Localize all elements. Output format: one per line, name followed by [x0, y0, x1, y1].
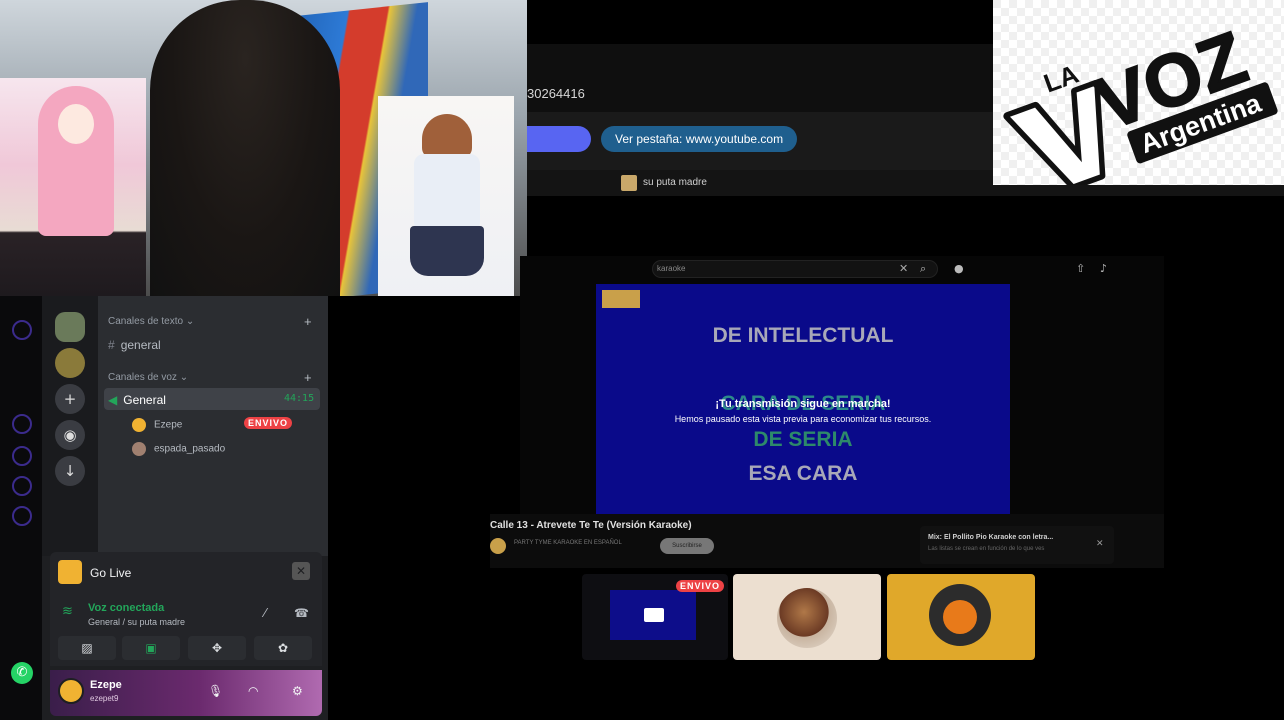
user-tag: ezepet9: [90, 694, 119, 703]
screen: 30264416 Ver pestaña: www.youtube.com su…: [0, 0, 1284, 720]
search-bar[interactable]: karaoke ✕: [652, 260, 938, 278]
video-player[interactable]: DE INTELECTUAL CARA DE SERIA DE SERIA ES…: [596, 284, 1010, 516]
lyric-line-1: DE INTELECTUAL: [712, 324, 894, 347]
voice-channel-label: ◀ General: [108, 393, 166, 407]
logo-graphic: LA VOZ Argentina: [993, 0, 1284, 185]
mix-title: Mix: El Pollito Pio Karaoke con letra...: [928, 534, 1054, 541]
voice-user[interactable]: Ezepe ENVIVO: [132, 417, 293, 432]
app-icon[interactable]: [12, 476, 32, 496]
status-text: su puta madre: [643, 177, 707, 188]
bell-icon[interactable]: ♪: [1100, 262, 1107, 275]
server-icon[interactable]: [55, 312, 85, 342]
channel-list: Canales de texto ⌄ + # general Canales de…: [98, 296, 328, 556]
upload-icon[interactable]: ⇧: [1076, 262, 1085, 275]
add-server-icon[interactable]: +: [55, 384, 85, 414]
speaker-icon: ◀: [108, 393, 118, 407]
app-rail: ✆: [0, 296, 42, 720]
share-bar: Ver pestaña: www.youtube.com: [527, 112, 993, 170]
add-channel-icon[interactable]: +: [304, 370, 312, 385]
voice-connection-panel: ≋ Voz conectada General / su puta madre …: [50, 596, 322, 666]
lyric-line-4: ESA CARA: [748, 462, 858, 485]
hash-icon: #: [108, 338, 115, 352]
server-icon[interactable]: [55, 348, 85, 378]
explore-icon[interactable]: ◉: [55, 420, 85, 450]
disconnect-icon[interactable]: ☎: [294, 606, 309, 620]
streamer-figure: [150, 0, 340, 296]
close-icon[interactable]: ✕: [1096, 538, 1104, 549]
category-voice[interactable]: Canales de voz ⌄ +: [108, 370, 312, 385]
live-badge: ENVIVO: [244, 417, 293, 429]
anime-sticker-antlers: [378, 96, 514, 296]
add-channel-icon[interactable]: +: [304, 314, 312, 329]
whatsapp-icon[interactable]: ✆: [11, 662, 33, 684]
app-icon[interactable]: [12, 446, 32, 466]
category-text[interactable]: Canales de texto ⌄ +: [108, 314, 312, 329]
avatar: [132, 418, 146, 432]
stream-tile-screen[interactable]: ENVIVO: [582, 574, 728, 660]
gear-icon[interactable]: ⚙: [292, 684, 303, 698]
download-icon[interactable]: ↓: [55, 456, 85, 486]
mic-icon[interactable]: 🎙: [208, 684, 223, 698]
app-icon[interactable]: [12, 506, 32, 526]
dismiss-icon[interactable]: ✕: [292, 562, 310, 580]
username: Ezepe: [90, 679, 122, 691]
voice-location: General / su puta madre: [88, 617, 186, 627]
mix-subtitle: Las listas se crean en función de lo que…: [928, 546, 1045, 552]
search-input[interactable]: karaoke: [657, 264, 685, 273]
avatar: [132, 442, 146, 456]
channel-name[interactable]: PARTY TYME KARAOKE EN ESPAÑOL: [514, 540, 622, 546]
lyric-line-3: DE SERIA: [753, 428, 853, 451]
live-badge: ENVIVO: [676, 580, 725, 592]
discord-panel: + ◉ ↓ Canales de texto ⌄ + # general Cana…: [42, 296, 328, 720]
id-text: 30264416: [527, 86, 585, 101]
user-panel: Ezepe ezepet9 🎙 ◠ ⚙: [50, 670, 322, 716]
mic-icon[interactable]: ●: [954, 262, 964, 275]
noise-suppression-icon[interactable]: ⁄: [264, 606, 266, 620]
youtube-preview: karaoke ✕ ⌕ ● ⇧ ♪ DE INTELECTUAL CARA DE…: [490, 256, 1164, 568]
avatar: [777, 588, 837, 648]
headphones-icon[interactable]: ◠: [248, 684, 258, 698]
screen-share-button[interactable]: ▣: [122, 636, 180, 660]
signal-icon: ≋: [62, 604, 73, 619]
soundboard-button[interactable]: ✿: [254, 636, 312, 660]
stream-tile-user-1[interactable]: [733, 574, 881, 660]
app-icon[interactable]: [12, 320, 32, 340]
subscribe-button[interactable]: Suscribirse: [660, 538, 714, 554]
go-live-icon: [58, 560, 82, 584]
channel-avatar[interactable]: [490, 538, 506, 554]
search-icon[interactable]: ⌕: [920, 262, 926, 276]
share-button[interactable]: [527, 126, 591, 152]
avatar-emblem: [943, 600, 977, 634]
webcam-overlay: [0, 0, 527, 296]
stream-tile-user-2[interactable]: [887, 574, 1035, 660]
clear-search-icon[interactable]: ✕: [899, 262, 908, 275]
la-voz-logo: LA VOZ Argentina: [993, 0, 1284, 185]
pause-notice-title: ¡Tu transmisión sigue en marcha!: [715, 398, 891, 410]
server-icon: [621, 175, 637, 191]
view-tab-button[interactable]: Ver pestaña: www.youtube.com: [601, 126, 798, 152]
voice-timer: 44:15: [284, 393, 315, 404]
mix-notification[interactable]: Mix: El Pollito Pio Karaoke con letra...…: [920, 526, 1114, 564]
avatar[interactable]: [58, 678, 84, 704]
voice-connected-label[interactable]: Voz conectada: [88, 602, 164, 614]
anime-sticker-pink-hair: [0, 78, 146, 296]
go-live-bar[interactable]: Go Live ✕: [50, 552, 322, 596]
server-list: + ◉ ↓: [42, 296, 98, 556]
browser-top-bar: 30264416: [527, 44, 993, 112]
camera-off-button[interactable]: ▨: [58, 636, 116, 660]
voice-user[interactable]: espada_pasado: [132, 442, 225, 456]
activities-button[interactable]: ✥: [188, 636, 246, 660]
go-live-label: Go Live: [90, 566, 132, 580]
pause-notice-body: Hemos pausado esta vista previa para eco…: [674, 414, 932, 424]
channel-watermark: [602, 290, 640, 308]
app-icon[interactable]: [12, 414, 32, 434]
monitor-icon: [644, 608, 664, 622]
channel-general-text[interactable]: # general: [108, 338, 161, 352]
video-title: Calle 13 - Atrevete Te Te (Versión Karao…: [490, 520, 692, 531]
